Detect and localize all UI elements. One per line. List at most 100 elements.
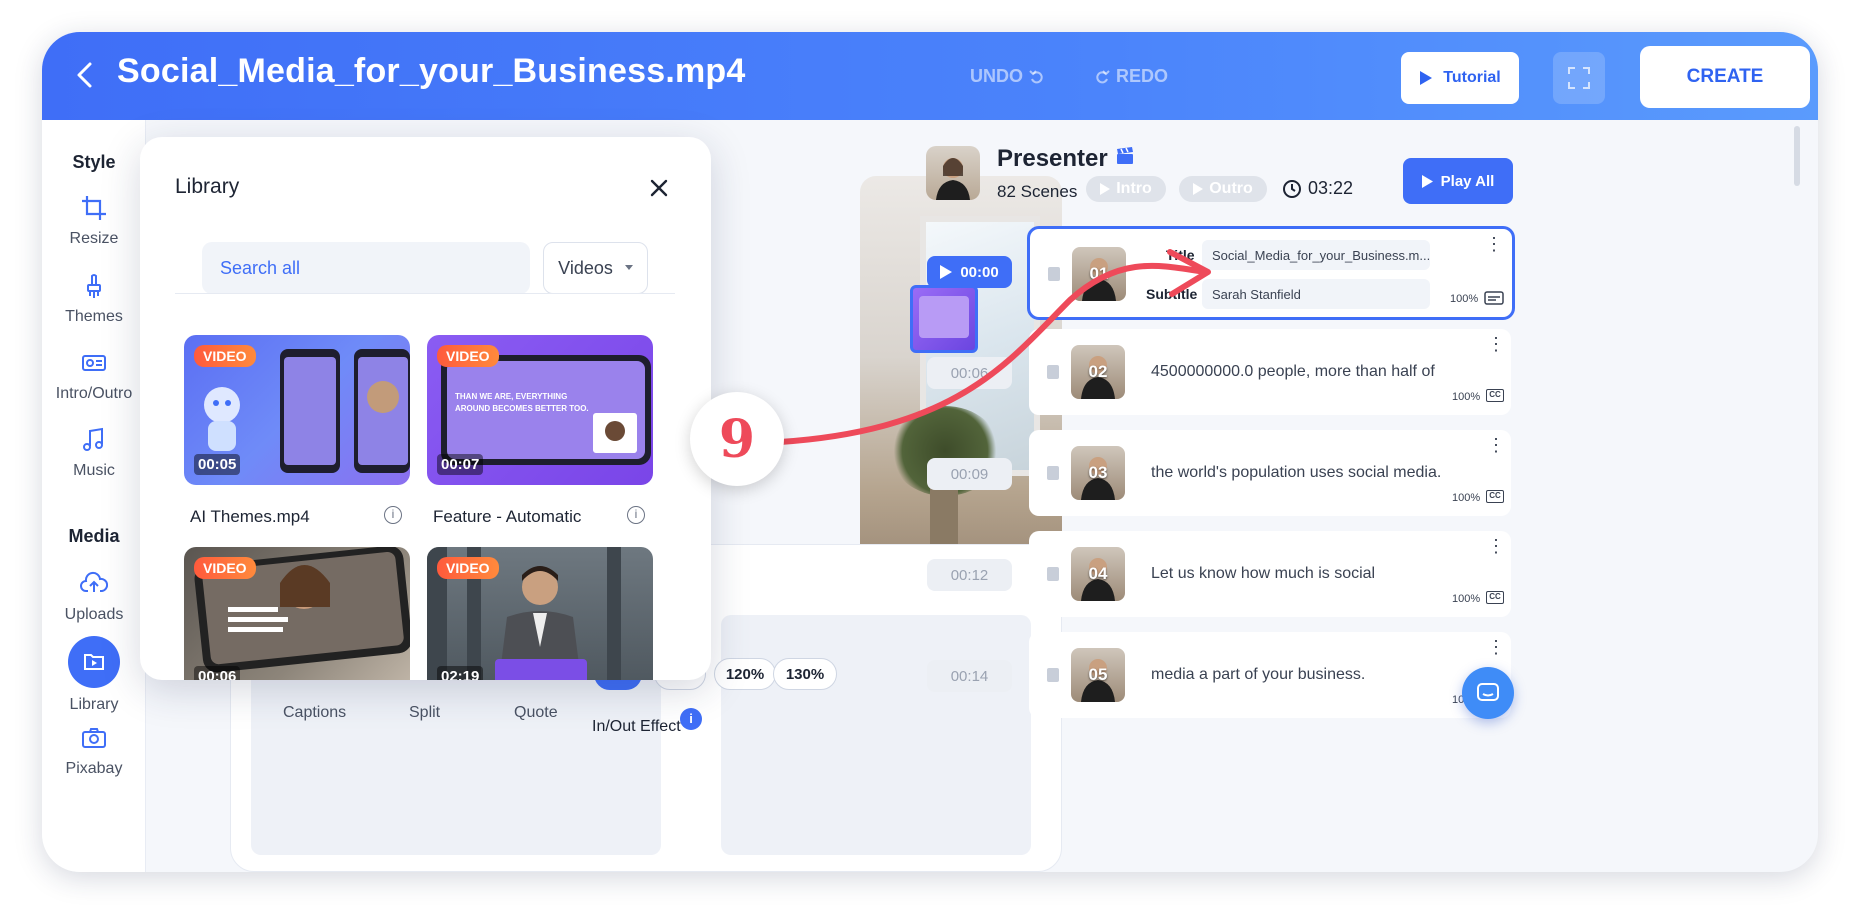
kebab-menu-icon[interactable]: ⋮ [1485, 235, 1503, 253]
scene-volume: 100% [1450, 293, 1479, 305]
scene-time-label: 00:00 [960, 263, 999, 281]
library-card-feature-automatic[interactable]: VIDEO THAN WE ARE, EVERYTHING AROUND BEC… [427, 335, 653, 485]
cloud-upload-icon [80, 571, 108, 592]
scene-avatar: 03 [1071, 446, 1125, 500]
play-icon [940, 265, 953, 279]
info-icon[interactable]: i [384, 506, 402, 524]
layout-label-quote: Quote [514, 704, 558, 721]
sidebar-item-uploads[interactable]: Uploads [42, 570, 146, 624]
intro-outro-icon [82, 355, 106, 371]
presenter-avatar-image [936, 158, 970, 200]
video-duration: 00:07 [437, 454, 484, 475]
closed-captions-icon[interactable]: CC [1486, 591, 1504, 604]
scene-time-05[interactable]: 00:14 [927, 660, 1012, 692]
library-type-dropdown[interactable]: Videos [543, 242, 648, 294]
clapperboard-icon[interactable] [1115, 146, 1135, 166]
info-icon[interactable]: i [627, 506, 645, 524]
play-all-button[interactable]: Play All [1403, 158, 1513, 204]
caret-down-icon [624, 265, 633, 270]
close-icon[interactable] [650, 179, 668, 197]
scene-avatar: 02 [1071, 345, 1125, 399]
sidebar-item-music[interactable]: Music [42, 426, 146, 480]
scene-row-03[interactable]: 03 the world's population uses social me… [1029, 430, 1511, 516]
sidebar-item-label: Pixabay [65, 760, 123, 777]
library-search-input[interactable] [202, 242, 530, 294]
scene-row-02[interactable]: 02 4500000000.0 people, more than half o… [1029, 329, 1511, 415]
library-icon [84, 654, 104, 670]
scene-row-04[interactable]: 04 Let us know how much is social ⋮ 100%… [1029, 531, 1511, 617]
scene-text[interactable]: the world's population uses social media… [1151, 464, 1441, 482]
file-icon [1047, 567, 1059, 581]
file-icon [1047, 365, 1059, 379]
scene-time-03[interactable]: 00:09 [927, 458, 1012, 490]
fullscreen-button[interactable] [1553, 52, 1605, 104]
scene-row-05[interactable]: 05 media a part of your business. ⋮ 100% [1029, 632, 1511, 718]
presenter-title: Presenter [997, 145, 1108, 172]
closed-captions-icon[interactable]: CC [1486, 490, 1504, 503]
sidebar-item-label: Music [73, 462, 115, 479]
title-field[interactable]: Social_Media_for_your_Business.m... [1202, 240, 1430, 270]
video-duration: 00:06 [194, 666, 241, 680]
chat-support-button[interactable] [1462, 667, 1514, 719]
library-divider [175, 293, 675, 294]
library-card-presenter[interactable]: VIDEO 02:19 [427, 547, 653, 680]
library-type-value: Videos [558, 257, 613, 278]
redo-button[interactable]: REDO [1094, 66, 1168, 87]
left-sidebar: Style Resize Themes Intro/Outro Music Me… [42, 120, 146, 872]
zoom-option-130[interactable]: 130% [773, 658, 837, 690]
outro-button[interactable]: Outro [1179, 176, 1267, 202]
fullscreen-icon [1568, 67, 1590, 89]
undo-button[interactable]: UNDO [970, 66, 1045, 87]
sidebar-item-resize[interactable]: Resize [42, 194, 146, 248]
kebab-menu-icon[interactable]: ⋮ [1487, 436, 1505, 454]
scene-avatar: 04 [1071, 547, 1125, 601]
kebab-menu-icon[interactable]: ⋮ [1487, 335, 1505, 353]
scene-count: 82 Scenes [997, 182, 1078, 201]
undo-icon [1029, 69, 1043, 83]
subtitle-field[interactable]: Sarah Stanfield [1202, 279, 1430, 309]
card-quote-text: THAN WE ARE, EVERYTHING AROUND BECOMES B… [455, 392, 589, 413]
scene-text[interactable]: media a part of your business. [1151, 666, 1365, 684]
scene-avatar: 01 [1072, 247, 1126, 301]
closed-captions-icon[interactable]: CC [1486, 389, 1504, 402]
title-field-label: Title [1166, 247, 1195, 263]
scrollbar[interactable] [1794, 126, 1800, 186]
library-card-testimonial[interactable]: VIDEO 00:06 [184, 547, 410, 680]
create-button[interactable]: CREATE [1640, 46, 1810, 108]
info-icon[interactable]: i [680, 708, 702, 730]
layout-label-captions: Captions [283, 704, 347, 721]
zoom-option-120[interactable]: 120% [714, 658, 776, 690]
presenter-avatar[interactable] [926, 146, 980, 200]
intro-button[interactable]: Intro [1086, 176, 1166, 202]
outro-label: Outro [1209, 180, 1253, 197]
subtitles-icon[interactable] [1484, 291, 1504, 305]
scene-time-01[interactable]: 00:00 [927, 256, 1012, 288]
kebab-menu-icon[interactable]: ⋮ [1487, 537, 1505, 555]
library-title: Library [175, 175, 240, 198]
scene-avatar: 05 [1071, 648, 1125, 702]
zoom-panel [721, 615, 1031, 855]
library-card-name: Feature - Automatic [433, 507, 582, 526]
tutorial-button[interactable]: Tutorial [1401, 52, 1519, 104]
sidebar-item-intro-outro[interactable]: Intro/Outro [42, 349, 146, 403]
back-chevron-icon[interactable] [72, 60, 98, 90]
file-icon [1047, 668, 1059, 682]
scene-time-02[interactable]: 00:06 [927, 357, 1012, 389]
crop-icon [82, 196, 106, 220]
video-badge: VIDEO [437, 557, 499, 579]
scene-thumbnail-drag[interactable] [910, 285, 978, 353]
tutorial-label: Tutorial [1443, 69, 1501, 86]
library-card-ai-themes[interactable]: VIDEO 00:05 [184, 335, 410, 485]
subtitle-field-label: Subtitle [1146, 286, 1198, 302]
scene-row-01[interactable]: 01 Title Social_Media_for_your_Business.… [1027, 226, 1515, 320]
project-title[interactable]: Social_Media_for_your_Business.mp4 [117, 52, 745, 91]
scene-text[interactable]: 4500000000.0 people, more than half of [1151, 363, 1435, 381]
kebab-menu-icon[interactable]: ⋮ [1487, 638, 1505, 656]
sidebar-item-themes[interactable]: Themes [42, 272, 146, 326]
app-frame: Social_Media_for_your_Business.mp4 UNDO … [42, 32, 1818, 872]
sidebar-item-pixabay[interactable]: Pixabay [42, 724, 146, 778]
scene-text[interactable]: Let us know how much is social [1151, 565, 1375, 583]
scene-time-04[interactable]: 00:12 [927, 559, 1012, 591]
sidebar-item-library[interactable]: Library [42, 636, 146, 714]
library-icon-wrap [68, 636, 120, 688]
